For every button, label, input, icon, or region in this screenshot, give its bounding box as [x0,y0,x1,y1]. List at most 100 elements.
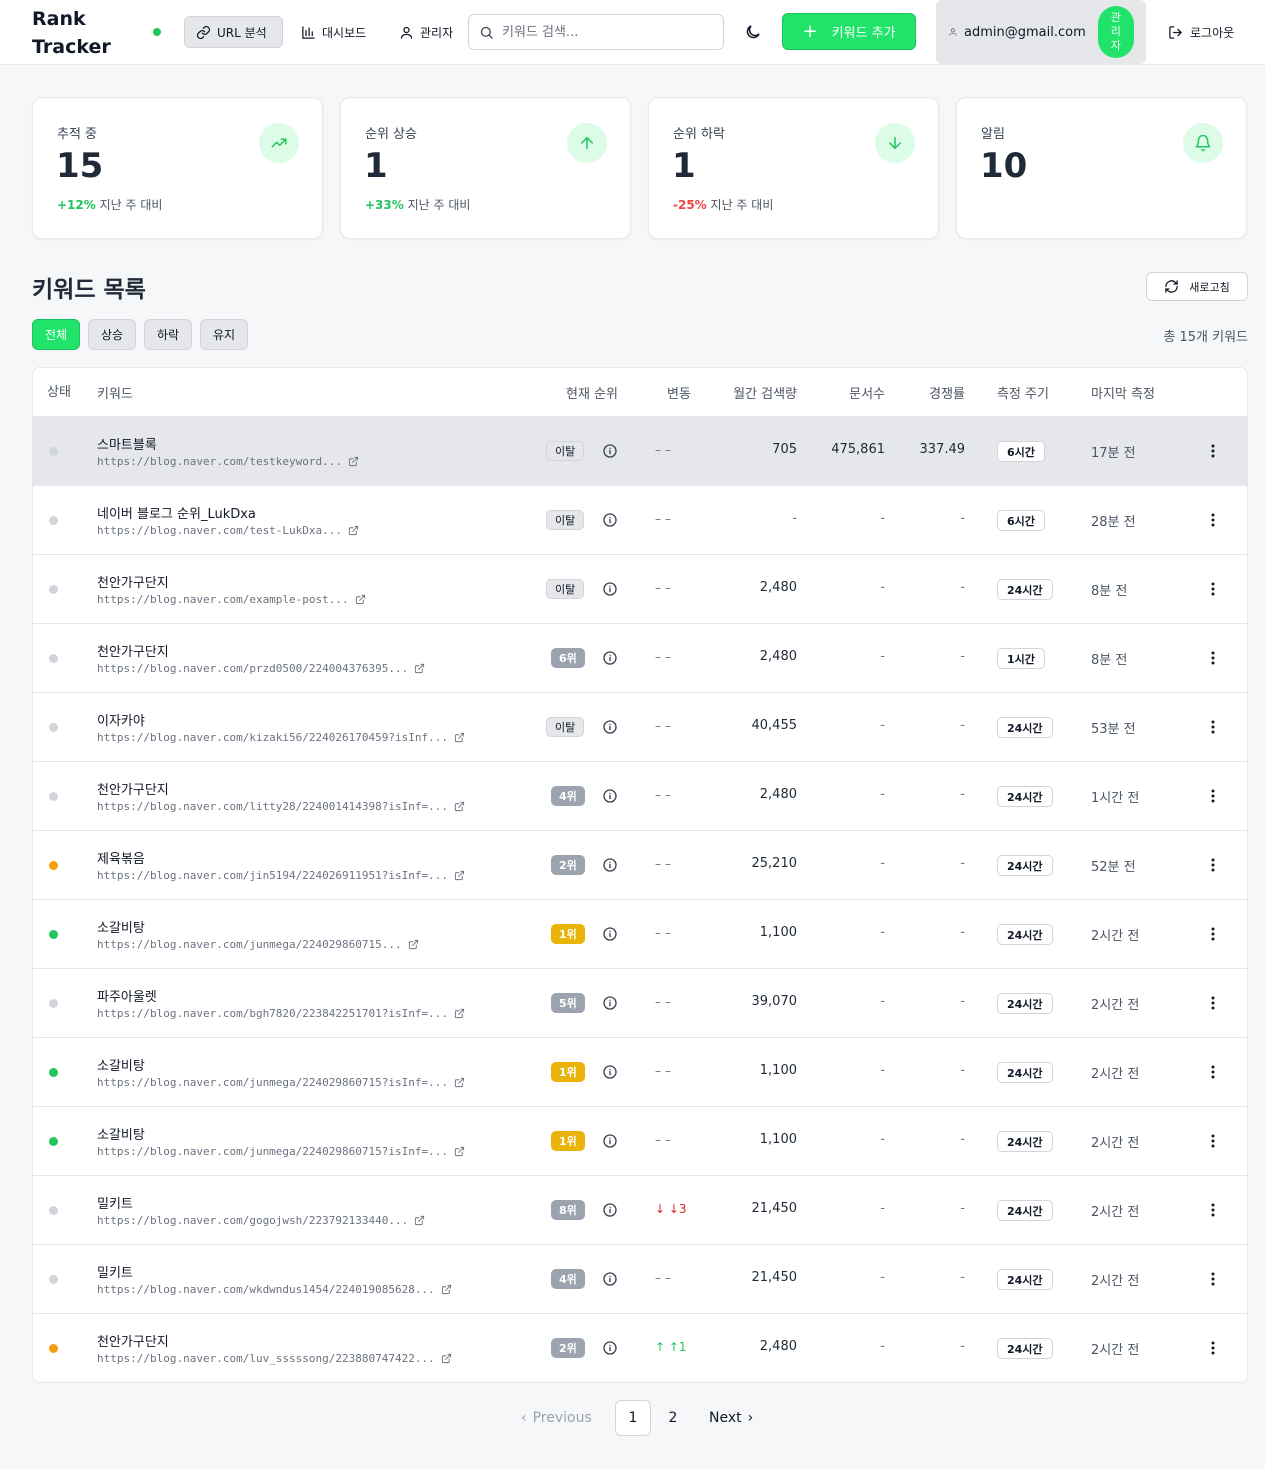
keyword-search[interactable] [468,14,724,50]
next-page-button[interactable]: Next › [709,1400,753,1436]
info-icon[interactable] [602,719,618,735]
more-options-icon[interactable] [1207,995,1219,1011]
post-url[interactable]: https://blog.naver.com/wkdwndus1454/2240… [97,1283,452,1296]
table-row[interactable]: 이자카야 https://blog.naver.com/kizaki56/2240… [33,693,1247,762]
info-icon[interactable] [602,995,618,1011]
table-row[interactable]: 제육볶음 https://blog.naver.com/jin5194/22402… [33,831,1247,900]
table-row[interactable]: 천안가구단지 https://blog.naver.com/litty28/224… [33,762,1247,831]
competition-ratio: - [960,580,965,595]
external-link-icon[interactable] [454,1077,465,1088]
table-row[interactable]: 네이버 블로그 순위_LukDxa https://blog.naver.com/… [33,486,1247,555]
page-button-2[interactable]: 2 [655,1400,691,1436]
post-url[interactable]: https://blog.naver.com/junmega/224029860… [97,938,419,951]
more-options-icon[interactable] [1207,719,1219,735]
post-url[interactable]: https://blog.naver.com/example-post... [97,593,366,606]
table-row[interactable]: 소갈비탕 https://blog.naver.com/junmega/22402… [33,1107,1247,1176]
external-link-icon[interactable] [348,525,359,536]
more-options-icon[interactable] [1207,1064,1219,1080]
more-options-icon[interactable] [1207,1202,1219,1218]
external-link-icon[interactable] [348,456,359,467]
external-link-icon[interactable] [454,870,465,881]
post-url[interactable]: https://blog.naver.com/testkeyword... [97,455,359,468]
nav-url-analysis[interactable]: URL 분석 [184,16,283,48]
more-options-icon[interactable] [1207,512,1219,528]
info-icon[interactable] [602,1202,618,1218]
info-icon[interactable] [602,581,618,597]
external-link-icon[interactable] [454,1146,465,1157]
post-url[interactable]: https://blog.naver.com/przd0500/22400437… [97,662,425,675]
more-options-icon[interactable] [1207,650,1219,666]
more-options-icon[interactable] [1207,443,1219,459]
table-row[interactable]: 스마트블록 https://blog.naver.com/testkeyword.… [33,417,1247,486]
table-row[interactable]: 소갈비탕 https://blog.naver.com/junmega/22402… [33,900,1247,969]
external-link-icon[interactable] [454,801,465,812]
filter-tab-all[interactable]: 전체 [32,319,80,350]
more-options-icon[interactable] [1207,1340,1219,1356]
external-link-icon[interactable] [408,939,419,950]
brand-logo[interactable]: Rank Tracker [32,5,132,61]
external-link-icon[interactable] [441,1353,452,1364]
last-measured: 2시간 전 [1091,1205,1140,1220]
column-header-volume[interactable]: 월간 검색량 [733,368,797,417]
refresh-button[interactable]: 새로고침 [1146,272,1248,301]
post-url[interactable]: https://blog.naver.com/junmega/224029860… [97,1076,465,1089]
info-icon[interactable] [602,443,618,459]
post-url[interactable]: https://blog.naver.com/gogojwsh/22379213… [97,1214,425,1227]
table-row[interactable]: 소갈비탕 https://blog.naver.com/junmega/22402… [33,1038,1247,1107]
column-header-last-measured[interactable]: 마지막 측정 [1091,368,1155,417]
search-input[interactable] [502,24,702,40]
filter-tab-up[interactable]: 상승 [88,319,136,350]
url-text: https://blog.naver.com/test-LukDxa... [97,524,343,537]
post-url[interactable]: https://blog.naver.com/test-LukDxa... [97,524,359,537]
post-url[interactable]: https://blog.naver.com/litty28/224001414… [97,800,465,813]
info-icon[interactable] [602,926,618,942]
column-header-keyword[interactable]: 키워드 [97,368,133,417]
external-link-icon[interactable] [454,732,465,743]
post-url[interactable]: https://blog.naver.com/luv_sssssong/2238… [97,1352,452,1365]
more-options-icon[interactable] [1207,581,1219,597]
column-header-change[interactable]: 변동 [667,368,691,417]
post-url[interactable]: https://blog.naver.com/junmega/224029860… [97,1145,465,1158]
info-icon[interactable] [602,1271,618,1287]
post-url[interactable]: https://blog.naver.com/bgh7820/223842251… [97,1007,465,1020]
post-url[interactable]: https://blog.naver.com/kizaki56/22402617… [97,731,465,744]
table-row[interactable]: 천안가구단지 https://blog.naver.com/luv_ssssson… [33,1314,1247,1382]
more-options-icon[interactable] [1207,1271,1219,1287]
external-link-icon[interactable] [414,1215,425,1226]
info-icon[interactable] [602,1133,618,1149]
info-icon[interactable] [602,650,618,666]
info-icon[interactable] [602,788,618,804]
column-header-period[interactable]: 측정 주기 [997,368,1049,417]
logout-button[interactable]: 로그아웃 [1160,16,1242,48]
previous-page-button[interactable]: ‹ Previous [521,1400,592,1436]
external-link-icon[interactable] [355,594,366,605]
more-options-icon[interactable] [1207,926,1219,942]
nav-dashboard[interactable]: 대시보드 [290,16,377,48]
column-header-competition[interactable]: 경쟁률 [929,368,965,417]
filter-tab-stable[interactable]: 유지 [200,319,248,350]
more-options-icon[interactable] [1207,857,1219,873]
nav-admin[interactable]: 관리자 [388,16,464,48]
table-row[interactable]: 밀키트 https://blog.naver.com/gogojwsh/22379… [33,1176,1247,1245]
external-link-icon[interactable] [454,1008,465,1019]
external-link-icon[interactable] [441,1284,452,1295]
info-icon[interactable] [602,1340,618,1356]
table-row[interactable]: 천안가구단지 https://blog.naver.com/example-pos… [33,555,1247,624]
column-header-rank[interactable]: 현재 순위 [566,368,618,417]
info-icon[interactable] [602,857,618,873]
more-options-icon[interactable] [1207,1133,1219,1149]
page-button-1[interactable]: 1 [615,1400,651,1436]
post-url[interactable]: https://blog.naver.com/jin5194/224026911… [97,869,465,882]
column-header-docs[interactable]: 문서수 [849,368,885,417]
external-link-icon[interactable] [414,663,425,674]
table-row[interactable]: 천안가구단지 https://blog.naver.com/przd0500/22… [33,624,1247,693]
add-keyword-button[interactable]: + 키워드 추가 [782,13,916,50]
user-menu[interactable]: admin@gmail.com 관리자 [936,0,1146,64]
table-row[interactable]: 밀키트 https://blog.naver.com/wkdwndus1454/2… [33,1245,1247,1314]
table-row[interactable]: 파주아울렛 https://blog.naver.com/bgh7820/2238… [33,969,1247,1038]
info-icon[interactable] [602,1064,618,1080]
info-icon[interactable] [602,512,618,528]
dark-mode-toggle-icon[interactable] [744,23,762,41]
more-options-icon[interactable] [1207,788,1219,804]
filter-tab-down[interactable]: 하락 [144,319,192,350]
